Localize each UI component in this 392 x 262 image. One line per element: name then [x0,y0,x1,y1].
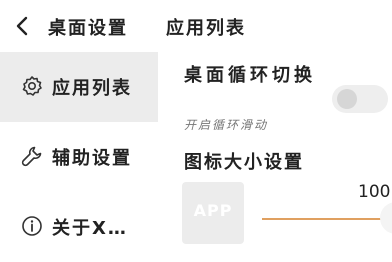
sidebar-item-about[interactable]: 关于X… [0,192,158,262]
loop-switch-toggle[interactable] [332,85,388,113]
loop-switch-title: 桌面循环切换 [184,65,316,86]
sidebar-item-label: 关于X… [52,218,128,239]
gear-icon [22,76,42,96]
top-bar: 桌面设置 应用列表 [0,0,392,52]
sidebar-item-app-list[interactable]: 应用列表 [0,52,158,122]
settings-panel: 桌面循环切换 开启循环滑动 图标大小设置 APP 100 [158,52,392,260]
icon-size-slider-track[interactable] [262,218,388,220]
sidebar-item-label: 应用列表 [52,78,132,99]
sidebar-item-label: 辅助设置 [52,148,132,169]
back-button[interactable] [12,14,36,38]
toggle-knob [337,89,357,109]
app-icon-preview: APP [182,182,244,244]
sidebar-item-assist-settings[interactable]: 辅助设置 [0,122,158,192]
info-icon [22,216,42,236]
sidebar: 应用列表 辅助设置 关于X… [0,52,158,260]
app-icon-preview-label: APP [193,201,233,220]
page-title: 应用列表 [166,18,246,39]
chevron-left-icon [16,16,28,36]
icon-size-slider-handle[interactable] [380,202,392,234]
icon-size-title: 图标大小设置 [184,152,304,173]
wrench-icon [21,146,42,167]
icon-size-value: 100 [358,182,391,202]
loop-switch-subtitle: 开启循环滑动 [184,118,269,132]
breadcrumb-parent[interactable]: 桌面设置 [48,14,128,40]
